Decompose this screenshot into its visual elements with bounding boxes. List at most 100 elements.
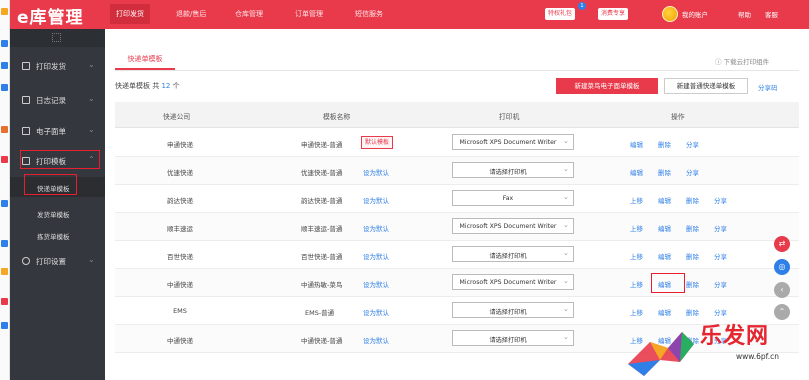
swap-icon[interactable]: ⇄ (774, 236, 790, 252)
set-default-link[interactable]: 设为默认 (363, 167, 389, 177)
share-link[interactable]: 分享 (686, 167, 699, 177)
sidebar-subitem-label: 发货单模板 (37, 211, 70, 219)
move-up-link[interactable]: 上移 (630, 195, 643, 205)
sidebar-item-print-settings[interactable]: 打印设置 ⌄ (10, 246, 105, 276)
printer-select[interactable]: Microsoft XPS Document Writer ⌄ (452, 134, 574, 150)
set-default-link[interactable]: 设为默认 (363, 335, 389, 345)
delete-link[interactable]: 删除 (686, 195, 699, 205)
column-header: 快递公司 (163, 113, 191, 121)
help-link[interactable]: 帮助 (738, 9, 751, 19)
share-code-link[interactable]: 分享码 (758, 82, 778, 92)
my-account-link[interactable]: 我的账户 (682, 9, 708, 19)
sidebar-subitem-label: 拣货单模板 (37, 233, 70, 241)
delete-link[interactable]: 删除 (658, 139, 671, 149)
template-name-cell: 韵达快递-普通 (301, 197, 343, 205)
table-row: 顺丰速运 顺丰速运-普通 设为默认 Microsoft XPS Document Wr… (115, 213, 799, 241)
app-icon[interactable] (1, 84, 8, 91)
delete-link[interactable]: 删除 (686, 251, 699, 261)
chat-icon[interactable]: ◎ (774, 259, 790, 275)
set-default-link[interactable]: 设为默认 (363, 307, 389, 317)
set-default-link[interactable]: 设为默认 (363, 279, 389, 289)
printer-select[interactable]: Fax ⌄ (452, 190, 574, 206)
printer-select[interactable]: 请选择打印机 ⌄ (452, 246, 574, 262)
tab-express-template[interactable]: 快递单模板 (115, 52, 175, 70)
template-name-cell: 优速快递-普通 (301, 169, 343, 177)
nav-item-orders[interactable]: 订单管理 (295, 9, 323, 19)
chevron-left-icon[interactable]: ‹ (774, 282, 790, 298)
sidebar: 打印发货 ⌄ 日志记录 ⌄ 电子面单 ⌄ 打印模板 ⌃ 快递单模板 发货单模板 … (10, 29, 105, 380)
printer-select[interactable]: 请选择打印机 ⌄ (452, 330, 574, 346)
app-icon[interactable] (1, 268, 8, 275)
app-icon[interactable] (1, 156, 8, 163)
table-row: 中通快递 中通热敏-菜鸟 设为默认 Microsoft XPS Document Wr… (115, 269, 799, 297)
set-default-link[interactable]: 设为默认 (363, 195, 389, 205)
move-up-link[interactable]: 上移 (630, 279, 643, 289)
column-header: 操作 (671, 113, 685, 121)
template-count: 快递单模板 共 12 个 (115, 81, 180, 91)
app-icon[interactable] (1, 200, 8, 207)
app-icon[interactable] (1, 40, 8, 47)
edit-link[interactable]: 编辑 (658, 223, 671, 233)
privilege-gift-button[interactable]: 特权礼包 (545, 8, 576, 20)
share-link[interactable]: 分享 (714, 251, 727, 261)
app-icon[interactable] (1, 322, 8, 329)
sidebar-subitem-ship-template[interactable]: 发货单模板 (10, 203, 105, 223)
app-icon[interactable] (1, 8, 8, 15)
sidebar-item-log[interactable]: 日志记录 ⌄ (10, 85, 105, 115)
delete-link[interactable]: 删除 (686, 223, 699, 233)
edit-link[interactable]: 编辑 (658, 195, 671, 205)
chevron-down-icon: ⌄ (88, 60, 95, 69)
set-default-link[interactable]: 设为默认 (363, 223, 389, 233)
set-default-link[interactable]: 设为默认 (363, 251, 389, 261)
printer-select[interactable]: 请选择打印机 ⌄ (452, 162, 574, 178)
edit-link[interactable]: 编辑 (630, 167, 643, 177)
printer-select[interactable]: 请选择打印机 ⌄ (452, 302, 574, 318)
nav-item-sms[interactable]: 短信服务 (355, 9, 383, 19)
printer-select[interactable]: Microsoft XPS Document Writer ⌄ (452, 218, 574, 234)
highlight-box (651, 273, 685, 293)
share-link[interactable]: 分享 (714, 223, 727, 233)
account-avatar-icon[interactable] (662, 6, 678, 22)
watermark-text: 乐发网 (700, 323, 770, 349)
new-electronic-template-button[interactable]: 新建菜鸟电子面单模板 (556, 78, 658, 94)
count-prefix: 快递单模板 共 (115, 82, 160, 90)
sidebar-item-print-ship[interactable]: 打印发货 ⌄ (10, 51, 105, 81)
printer-select-value: Microsoft XPS Document Writer (459, 279, 557, 286)
print-icon (22, 62, 30, 70)
share-link[interactable]: 分享 (686, 139, 699, 149)
sidebar-item-waybill[interactable]: 电子面单 ⌄ (10, 116, 105, 146)
move-up-link[interactable]: 上移 (630, 251, 643, 261)
printer-select-value: 请选择打印机 (489, 337, 527, 344)
delete-link[interactable]: 删除 (686, 279, 699, 289)
app-icon-strip (0, 0, 10, 380)
printer-select[interactable]: Microsoft XPS Document Writer ⌄ (452, 274, 574, 290)
template-name-cell: EMS-普通 (305, 309, 335, 317)
sidebar-subitem-pick-template[interactable]: 拣货单模板 (10, 225, 105, 245)
app-icon[interactable] (1, 62, 8, 69)
app-icon[interactable] (1, 240, 8, 247)
edit-link[interactable]: 编辑 (658, 251, 671, 261)
nav-item-refund[interactable]: 退款/售后 (176, 9, 206, 19)
exclusive-offer-button[interactable]: 消费专享 (598, 8, 629, 20)
top-bar: e库管理 打印发货 退款/售后 仓库管理 订单管理 短信服务 特权礼包 1 消费… (10, 0, 809, 29)
template-name-cell: 中通热敏-菜鸟 (301, 281, 343, 289)
table-row: 韵达快递 韵达快递-普通 设为默认 Fax ⌄ 上移 编辑 删除 分享 (115, 185, 799, 213)
nav-item-warehouse[interactable]: 仓库管理 (235, 9, 263, 19)
edit-link[interactable]: 编辑 (630, 139, 643, 149)
company-cell: EMS (173, 307, 187, 315)
chevron-down-icon: ⌄ (563, 333, 569, 341)
move-up-link[interactable]: 上移 (630, 223, 643, 233)
service-link[interactable]: 客服 (765, 9, 778, 19)
app-icon[interactable] (1, 298, 8, 305)
share-link[interactable]: 分享 (714, 279, 727, 289)
download-component-link[interactable]: ⓘ 下载云打印组件 (715, 56, 769, 66)
share-link[interactable]: 分享 (714, 195, 727, 205)
delete-link[interactable]: 删除 (658, 167, 671, 177)
gear-icon (22, 257, 30, 265)
new-normal-template-button[interactable]: 新建普通快递单模板 (664, 78, 748, 94)
app-icon[interactable] (1, 126, 8, 133)
sidebar-collapse-toggle[interactable] (10, 29, 105, 47)
nav-item-print-ship[interactable]: 打印发货 (110, 4, 150, 24)
logo[interactable]: e库管理 (17, 3, 113, 28)
company-cell: 中通快递 (167, 281, 193, 289)
